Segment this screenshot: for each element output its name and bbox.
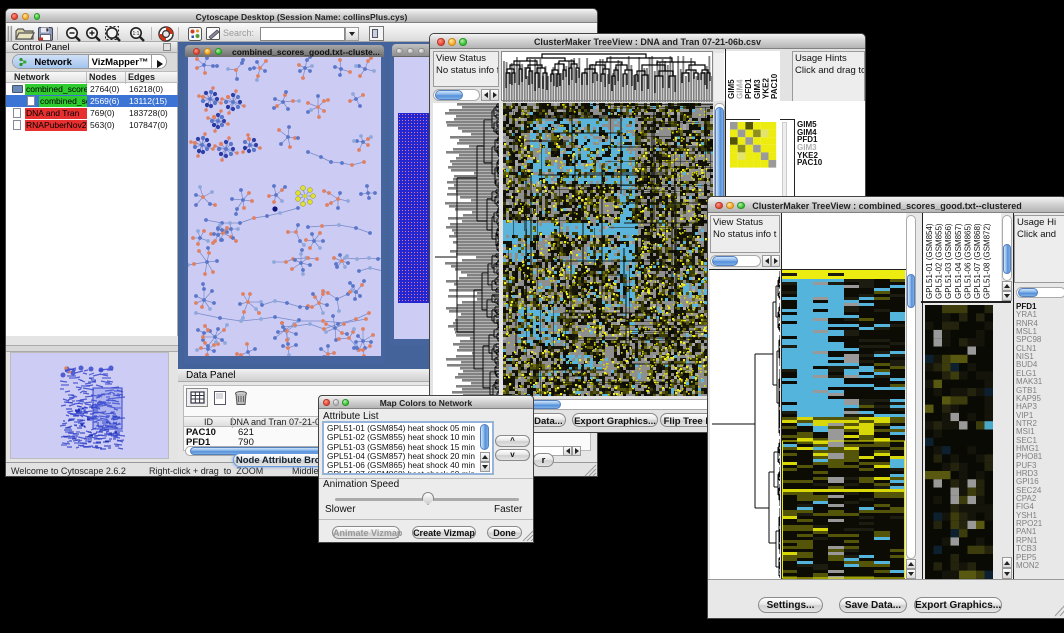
svg-text:Search:: Search: — [223, 28, 254, 38]
svg-text:1:1: 1:1 — [133, 31, 140, 37]
svg-text:PAC10: PAC10 — [770, 73, 779, 99]
svg-text:GPL51-01 (GSM854): GPL51-01 (GSM854) — [925, 223, 934, 299]
svg-text:GPL51-03 (GSM856): GPL51-03 (GSM856) — [944, 223, 953, 299]
svg-text:GPL51-07 (GSM868): GPL51-07 (GSM868) — [973, 223, 982, 299]
svg-text:GPL51-04 (GSM857): GPL51-04 (GSM857) — [954, 223, 963, 299]
svg-text:GPL51-08 (GSM872): GPL51-08 (GSM872) — [983, 223, 992, 299]
svg-text:GPL51-06 (GSM865): GPL51-06 (GSM865) — [963, 223, 972, 299]
svg-text:GPL51-02 (GSM855): GPL51-02 (GSM855) — [935, 223, 944, 299]
